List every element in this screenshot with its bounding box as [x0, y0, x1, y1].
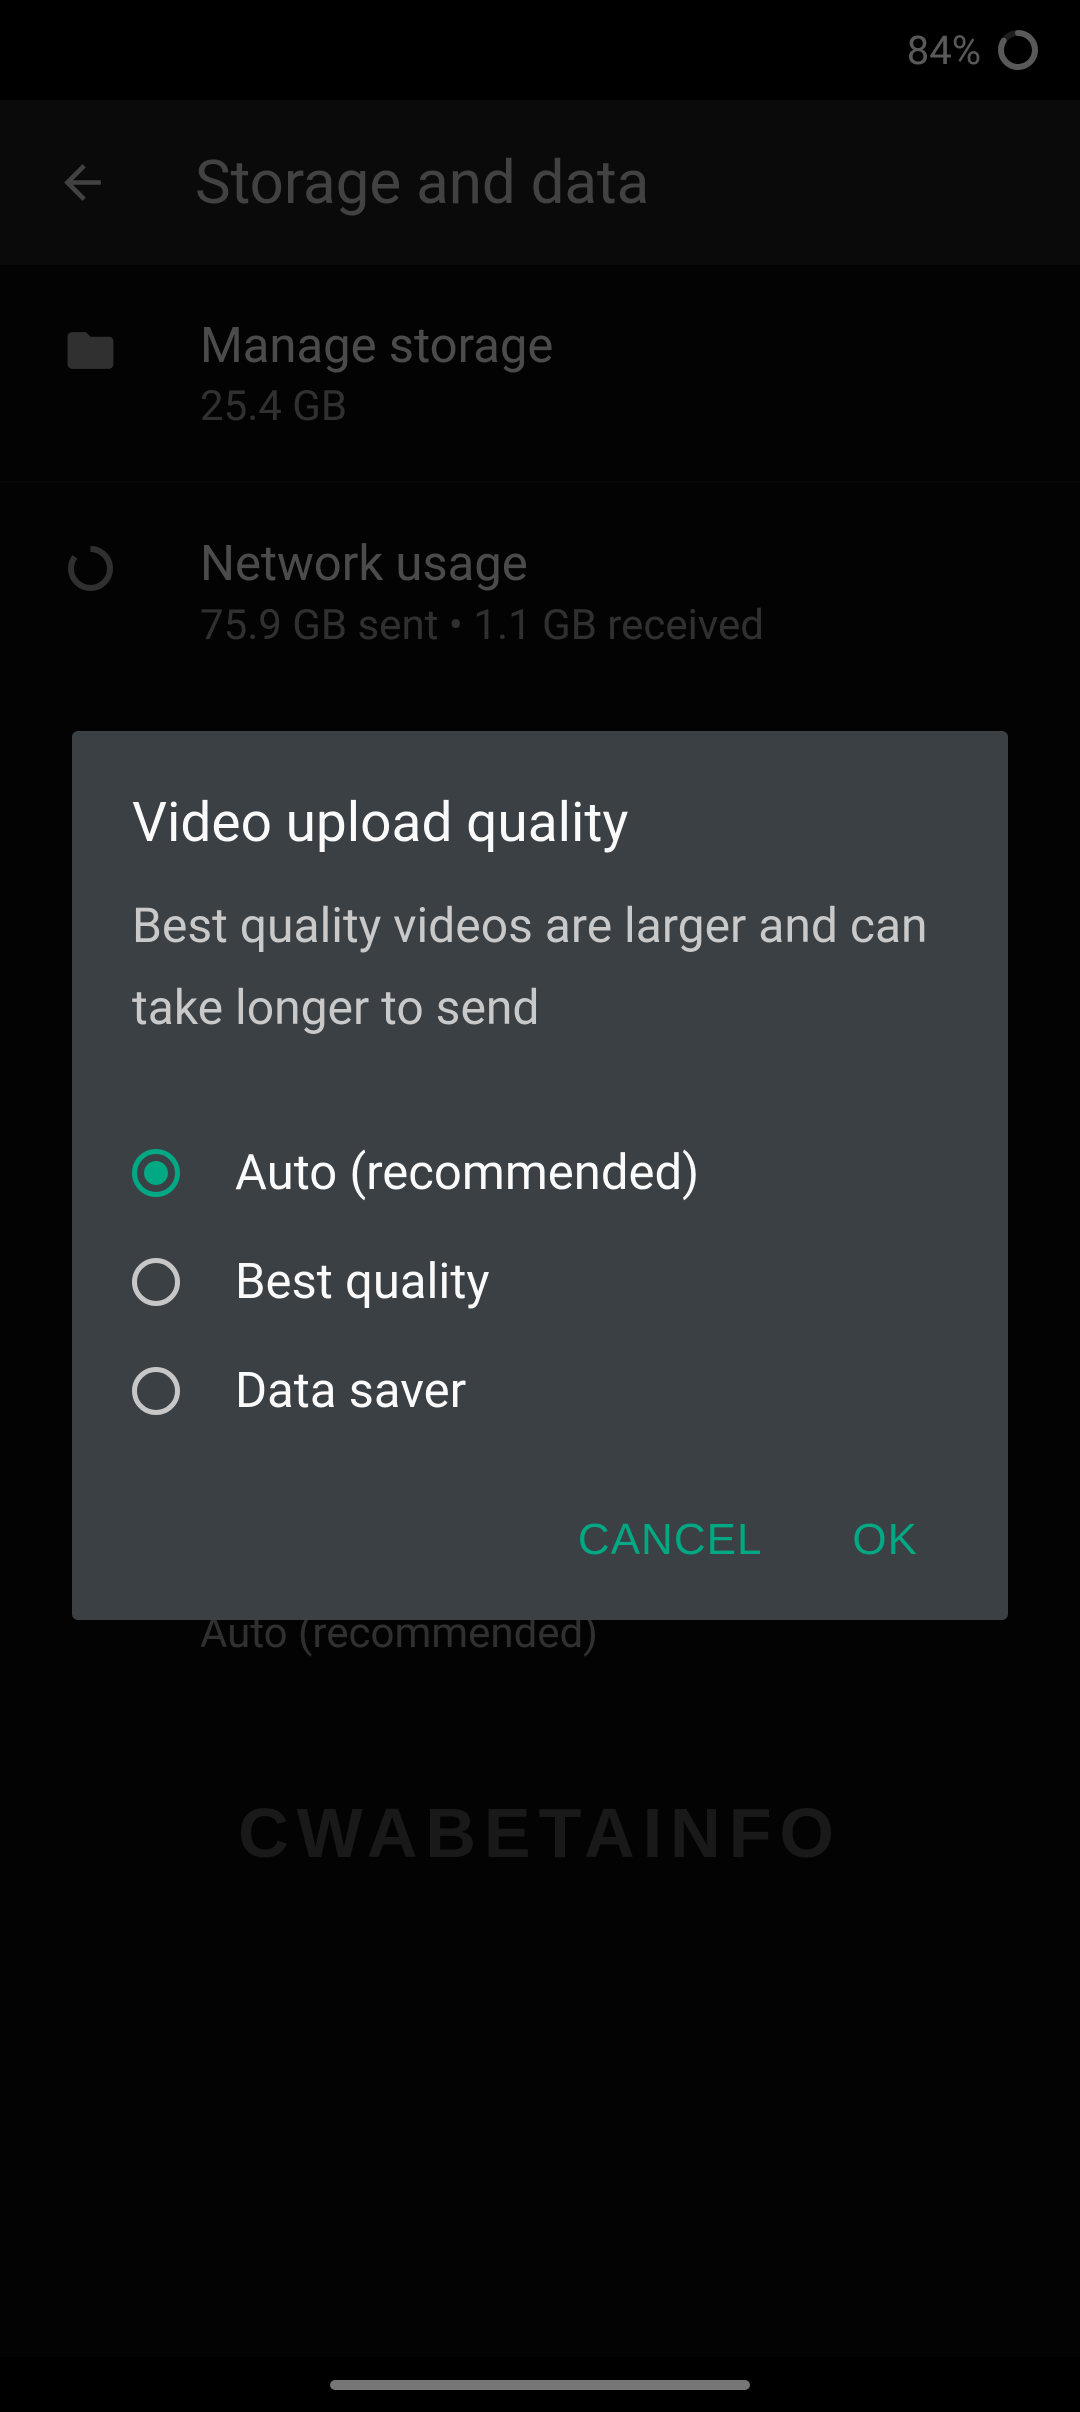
cancel-button[interactable]: CANCEL [568, 1500, 773, 1580]
option-best-label: Best quality [235, 1253, 490, 1310]
nav-gesture-pill[interactable] [330, 2380, 750, 2390]
radio-unselected-icon [132, 1258, 180, 1306]
video-upload-quality-dialog: Video upload quality Best quality videos… [72, 731, 1008, 1620]
option-auto[interactable]: Auto (recommended) [132, 1118, 948, 1227]
radio-selected-icon [132, 1149, 180, 1197]
dialog-title: Video upload quality [132, 791, 948, 855]
option-saver-label: Data saver [235, 1362, 466, 1419]
option-auto-label: Auto (recommended) [235, 1144, 699, 1201]
radio-unselected-icon [132, 1367, 180, 1415]
dialog-body: Best quality videos are larger and can t… [132, 885, 948, 1048]
option-saver[interactable]: Data saver [132, 1336, 948, 1445]
ok-button[interactable]: OK [842, 1500, 928, 1580]
nav-bar [0, 2357, 1080, 2412]
option-best[interactable]: Best quality [132, 1227, 948, 1336]
